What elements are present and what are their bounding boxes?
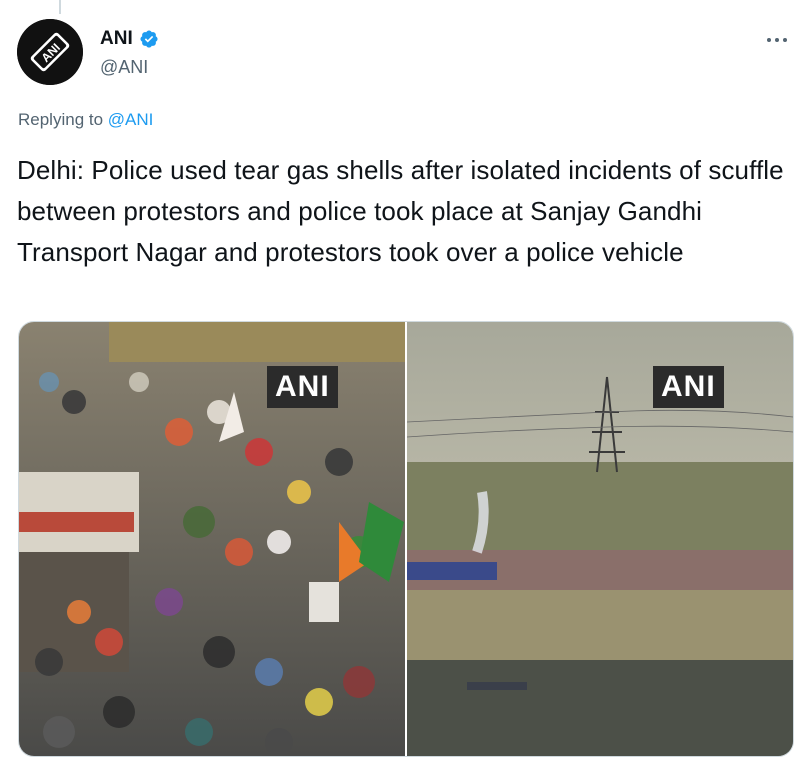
ani-watermark-right: ANI xyxy=(653,366,724,408)
more-dot-icon xyxy=(775,38,779,42)
photo-landscape[interactable]: ANI xyxy=(407,322,793,756)
landscape-photo-image xyxy=(407,322,793,756)
replying-to-line: Replying to @ANI xyxy=(18,110,153,130)
replying-to-label: Replying to xyxy=(18,110,104,129)
ani-watermark-left: ANI xyxy=(267,366,338,408)
author-handle[interactable]: @ANI xyxy=(100,57,148,78)
tweet-text: Delhi: Police used tear gas shells after… xyxy=(17,155,784,267)
author-name-row: ANI xyxy=(100,28,159,50)
more-dot-icon xyxy=(767,38,771,42)
avatar[interactable]: ANI xyxy=(17,19,83,85)
ani-logo-icon: ANI xyxy=(17,19,83,85)
author-name[interactable]: ANI xyxy=(100,28,133,50)
crowd-photo-image xyxy=(19,322,405,756)
more-options-button[interactable] xyxy=(760,28,794,52)
replying-to-mention-link[interactable]: @ANI xyxy=(108,110,154,129)
more-dot-icon xyxy=(783,38,787,42)
verified-badge-icon xyxy=(140,30,158,48)
photo-crowd[interactable]: ANI xyxy=(19,322,405,756)
thread-connector-line xyxy=(59,0,61,14)
media-grid: ANI ANI xyxy=(18,321,794,757)
